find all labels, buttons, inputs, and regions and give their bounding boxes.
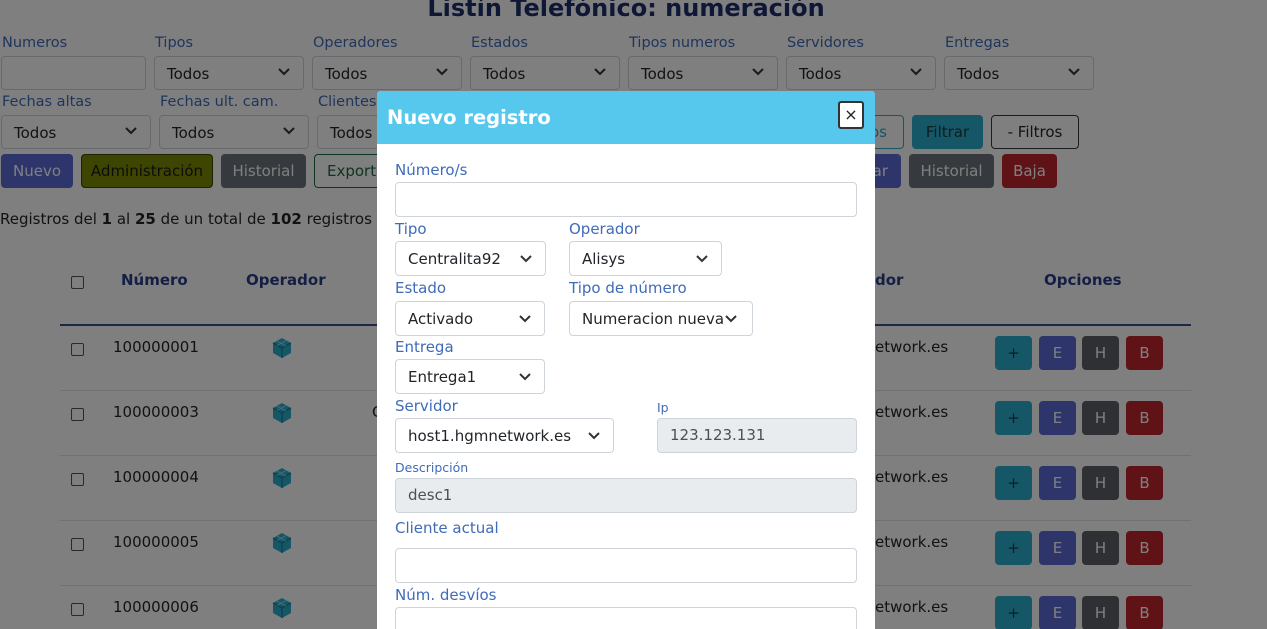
operador-label: Operador xyxy=(569,220,640,238)
tipo-select[interactable]: Centralita92 xyxy=(395,241,546,276)
estado-label: Estado xyxy=(395,279,447,297)
tipo-numero-label: Tipo de número xyxy=(569,279,687,297)
descripcion-input: desc1 xyxy=(395,478,857,513)
servidor-select[interactable]: host1.hgmnetwork.es xyxy=(395,418,614,453)
num-desvios-input[interactable] xyxy=(395,607,857,629)
tipo-label: Tipo xyxy=(395,220,427,238)
modal-header: Nuevo registro × xyxy=(377,91,875,144)
estado-value: Activado xyxy=(408,310,474,328)
descripcion-label: Descripción xyxy=(395,460,469,475)
chevron-down-icon xyxy=(588,432,600,440)
cliente-actual-input[interactable] xyxy=(395,548,857,583)
servidor-label: Servidor xyxy=(395,397,458,415)
chevron-down-icon xyxy=(725,315,737,323)
estado-select[interactable]: Activado xyxy=(395,301,545,336)
chevron-down-icon xyxy=(520,255,532,263)
num-desvios-label: Núm. desvíos xyxy=(395,586,497,604)
entrega-label: Entrega xyxy=(395,338,454,356)
servidor-value: host1.hgmnetwork.es xyxy=(408,427,572,445)
tipo-numero-value: Numeracion nueva xyxy=(582,310,725,328)
numeros-label: Número/s xyxy=(395,161,468,179)
ip-input: 123.123.131 xyxy=(657,418,857,453)
close-button[interactable]: × xyxy=(838,101,864,129)
tipo-value: Centralita92 xyxy=(408,250,501,268)
operador-value: Alisys xyxy=(582,250,626,268)
tipo-numero-select[interactable]: Numeracion nueva xyxy=(569,301,753,336)
chevron-down-icon xyxy=(519,373,531,381)
modal-title: Nuevo registro xyxy=(387,106,551,129)
operador-select[interactable]: Alisys xyxy=(569,241,722,276)
entrega-value: Entrega1 xyxy=(408,368,477,386)
chevron-down-icon xyxy=(519,315,531,323)
entrega-select[interactable]: Entrega1 xyxy=(395,359,545,394)
cliente-actual-label: Cliente actual xyxy=(395,519,499,537)
chevron-down-icon xyxy=(696,255,708,263)
ip-label: Ip xyxy=(657,400,669,415)
numeros-input[interactable] xyxy=(395,182,857,217)
new-record-modal: Nuevo registro × Número/s Tipo Centralit… xyxy=(377,91,875,629)
